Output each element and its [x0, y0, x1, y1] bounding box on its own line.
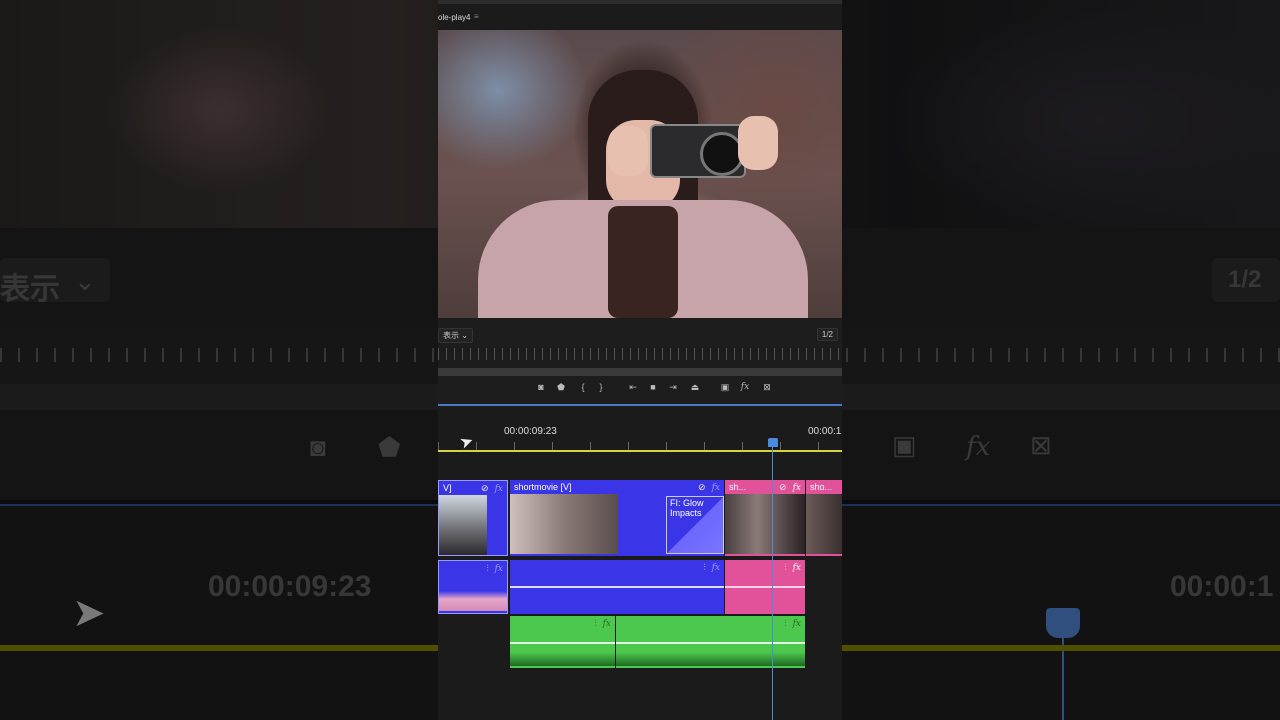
clip-label: sh... [729, 482, 747, 492]
video-clip-pink-2[interactable]: sho... [806, 480, 842, 556]
fx-badge-icon: fx [494, 484, 503, 494]
playhead-handle[interactable] [768, 438, 778, 447]
timeline-panel: 00:00:09:23 00:00:1 V] ⊘ fx shortmovie [V… [438, 406, 842, 720]
program-monitor-header: ole-play4 ≡ [438, 0, 842, 30]
video-clip-pink-1[interactable]: sh... ⊘ fx [725, 480, 805, 556]
clip-icons: ⊘ fx [481, 481, 503, 496]
clip-thumbnail [806, 494, 842, 554]
stop-icon[interactable]: ■ [646, 382, 660, 392]
fx-badge-icon: fx [792, 563, 801, 573]
timeline-ruler[interactable] [438, 442, 842, 450]
monitor-controls-row: 表示 ⌄ 1/2 [438, 318, 842, 352]
hair-front-shape [608, 206, 678, 318]
waveform-icon: ⫶ [784, 562, 787, 572]
link-icon: ⊘ [698, 482, 706, 492]
timecode-current: 00:00:09:23 [504, 426, 557, 437]
hand-left [608, 126, 648, 176]
go-to-in-icon[interactable]: ⇤ [626, 382, 640, 393]
volume-line[interactable] [725, 586, 805, 588]
waveform-icon: ⫶ [486, 563, 489, 573]
clip-thumbnail [725, 494, 805, 554]
hand-right [738, 116, 778, 170]
camera-icon[interactable]: ◙ [534, 382, 548, 392]
marker-icon[interactable]: ⬟ [554, 382, 568, 393]
volume-line[interactable] [510, 642, 615, 644]
fx-badge-icon: fx [792, 619, 801, 629]
waveform-icon: ⫶ [784, 618, 787, 628]
clip-header: sho... [806, 480, 842, 494]
music-clip-1[interactable]: ⫶ fx [510, 616, 615, 668]
volume-line[interactable] [510, 586, 724, 588]
in-point-icon[interactable]: { [576, 382, 590, 392]
chevron-down-icon: ⌄ [461, 331, 468, 340]
audio-waveform [616, 652, 805, 666]
timecode-next: 00:00:1 [808, 426, 842, 437]
clip-thumbnail [510, 494, 618, 554]
editor-panel: ole-play4 ≡ 表示 ⌄ 1/2 ◙ ⬟ { } ⇤ ■ ⇥ ⏏ ▣ f… [438, 0, 842, 720]
link-icon: ⊘ [481, 483, 489, 493]
volume-line[interactable] [616, 642, 805, 644]
fx-badge-icon: fx [792, 483, 801, 493]
page-indicator[interactable]: 1/2 [816, 328, 838, 341]
clip-icons: ⊘ fx [779, 480, 801, 495]
audio-clip-left[interactable]: ⫶ fx [438, 560, 508, 614]
work-area-bar[interactable] [438, 450, 842, 452]
fx-badge-icon: fx [494, 564, 503, 574]
clip-label: sho... [810, 482, 833, 492]
clip-label: V] [443, 483, 452, 493]
video-clip-shortmovie[interactable]: shortmovie [V] ⊘ fx FI: Glow Impacts [510, 480, 724, 556]
fit-select[interactable]: 表示 ⌄ [438, 328, 473, 343]
menu-icon[interactable]: ≡ [474, 12, 479, 21]
fx-icon[interactable]: fx [738, 382, 752, 392]
out-point-icon[interactable]: } [594, 382, 608, 392]
waveform-icon: ⫶ [594, 618, 597, 628]
audio-clip-pink[interactable]: ⫶ fx [725, 560, 805, 614]
compare-icon[interactable]: ▣ [718, 382, 732, 393]
clip-icons: ⫶ fx [784, 616, 801, 631]
video-clip-left[interactable]: V] ⊘ fx [438, 480, 508, 556]
clip-header: shortmovie [V] [510, 480, 724, 494]
playhead-line[interactable] [772, 446, 773, 720]
clip-icons: ⫶ fx [784, 560, 801, 575]
fit-label: 表示 [443, 331, 459, 340]
clip-icons: ⫶ fx [703, 560, 720, 575]
fx-badge-icon: fx [711, 483, 720, 493]
link-icon: ⊘ [779, 482, 787, 492]
audio-clip-main[interactable]: ⫶ fx [510, 560, 724, 614]
sequence-name[interactable]: ole-play4 [438, 13, 470, 22]
audio-waveform [439, 591, 507, 611]
clip-icons: ⫶ fx [486, 561, 503, 576]
clip-icons: ⊘ fx [698, 480, 720, 495]
monitor-ruler[interactable] [438, 348, 842, 360]
export-frame-icon[interactable]: ⊠ [760, 382, 774, 393]
transport-controls: ◙ ⬟ { } ⇤ ■ ⇥ ⏏ ▣ fx ⊠ [438, 376, 842, 402]
waveform-icon: ⫶ [703, 562, 706, 572]
clip-thumbnail [439, 495, 487, 555]
fx-badge-icon: fx [602, 619, 611, 629]
clip-icons: ⫶ fx [594, 616, 611, 631]
effect-label: FI: Glow Impacts [670, 498, 704, 518]
music-clip-2[interactable]: ⫶ fx [616, 616, 805, 668]
lift-icon[interactable]: ⏏ [688, 382, 702, 393]
monitor-scrub-bar[interactable] [438, 368, 842, 376]
fx-badge-icon: fx [711, 563, 720, 573]
audio-waveform [510, 652, 615, 666]
go-to-out-icon[interactable]: ⇥ [666, 382, 680, 393]
program-monitor-video [438, 30, 842, 318]
clip-label: shortmovie [V] [514, 482, 572, 492]
